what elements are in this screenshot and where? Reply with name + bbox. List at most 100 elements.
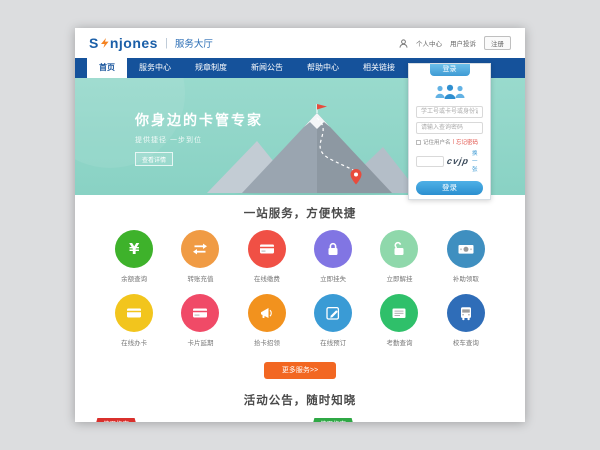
service-label: 余额查询 (101, 273, 167, 283)
nav-item-rules[interactable]: 规章制度 (183, 58, 239, 78)
service-item-school-bus: 校车查询 (433, 294, 499, 347)
guide-panel-left: 使用指南 最新公告 更多>> (90, 421, 293, 423)
banknote-icon (457, 240, 475, 258)
service-item-balance: ¥ 余额查询 (101, 230, 167, 283)
yen-icon: ¥ (129, 240, 139, 258)
service-item-pay: 在线缴费 (234, 230, 300, 283)
service-label: 考勤查询 (366, 337, 432, 347)
logo-divider: | (165, 37, 168, 49)
user-icon (399, 39, 408, 48)
logo[interactable]: S njones | 服务大厅 (89, 35, 213, 51)
nav-item-home[interactable]: 首页 (87, 58, 127, 78)
service-label: 立即解挂 (366, 273, 432, 283)
service-item-unfreeze: 立即解挂 (366, 230, 432, 283)
personal-center-link[interactable]: 个人中心 (416, 38, 442, 48)
service-label: 在线预订 (300, 337, 366, 347)
announcement-panels: 使用指南 最新公告 更多>> 使用指南 更多>> (75, 421, 525, 423)
service-item-booking: 在线预订 (300, 294, 366, 347)
service-label: 补助领取 (433, 273, 499, 283)
logo-prefix: S (89, 35, 99, 51)
separator: | (453, 139, 454, 145)
edit-icon (324, 304, 342, 322)
password-input[interactable] (416, 122, 483, 134)
unlock-icon (390, 240, 408, 258)
service-label: 立即挂失 (300, 273, 366, 283)
captcha-refresh-link[interactable]: 换一张 (472, 149, 483, 173)
hero-cta-button[interactable]: 查看详情 (135, 152, 173, 166)
announcements-title: 活动公告，随时知晓 (75, 392, 525, 408)
card-renew-button[interactable] (181, 294, 219, 332)
service-item-attendance: 考勤查询 (366, 294, 432, 347)
right-more-link[interactable]: 更多>> (490, 422, 507, 423)
service-label: 校车查询 (433, 337, 499, 347)
captcha-image[interactable]: cvjp (446, 156, 470, 166)
service-label: 在线缴费 (234, 273, 300, 283)
service-item-card-renew: 卡片延期 (167, 294, 233, 347)
service-label: 转账充值 (167, 273, 233, 283)
login-tab[interactable]: 登录 (430, 64, 470, 76)
login-panel: 登录 记住用户名 | 忘记密码 cvjp 换一张 登录 (408, 63, 491, 200)
desktop-background: { "header": { "logo_prefix": "S", "logo_… (0, 0, 600, 450)
nav-item-service-center[interactable]: 服务中心 (127, 58, 183, 78)
mountain-illustration (187, 103, 422, 195)
usage-guide-ribbon-green[interactable]: 使用指南 (311, 418, 355, 423)
service-item-apply-card: 在线办卡 (101, 294, 167, 347)
service-item-lost-found: 拾卡招领 (234, 294, 300, 347)
login-submit-button[interactable]: 登录 (416, 181, 483, 195)
announcements-section: 活动公告，随时知晓 使用指南 最新公告 更多>> 使用指南 更多>> (75, 392, 525, 423)
service-label: 卡片延期 (167, 337, 233, 347)
service-label: 在线办卡 (101, 337, 167, 347)
service-item-subsidy: 补助领取 (433, 230, 499, 283)
lock-icon (324, 240, 342, 258)
subsidy-button[interactable] (447, 230, 485, 268)
online-payment-button[interactable] (248, 230, 286, 268)
bank-card-icon (258, 240, 276, 258)
services-grid: ¥ 余额查询 转账充值 在线缴费 立即挂失 (101, 230, 499, 347)
services-title: 一站服务，方便快捷 (75, 205, 525, 221)
apply-card-button[interactable] (115, 294, 153, 332)
usage-guide-ribbon[interactable]: 使用指南 (94, 418, 138, 423)
latest-announcements-tab[interactable]: 最新公告 (152, 421, 180, 423)
header-actions: 个人中心 用户投诉 注册 (399, 36, 511, 50)
remember-checkbox[interactable] (416, 140, 421, 145)
balance-query-button[interactable]: ¥ (115, 230, 153, 268)
register-button[interactable]: 注册 (484, 36, 511, 50)
unfreeze-button[interactable] (380, 230, 418, 268)
service-item-report-loss: 立即挂失 (300, 230, 366, 283)
online-booking-button[interactable] (314, 294, 352, 332)
nav-item-help[interactable]: 帮助中心 (295, 58, 351, 78)
bus-icon (457, 304, 475, 322)
user-feedback-link[interactable]: 用户投诉 (450, 38, 476, 48)
lost-found-button[interactable] (248, 294, 286, 332)
nav-item-links[interactable]: 相关链接 (351, 58, 407, 78)
remember-row: 记住用户名 | 忘记密码 (416, 138, 483, 146)
nav-item-news[interactable]: 新闻公告 (239, 58, 295, 78)
more-services-button[interactable]: 更多服务>> (264, 362, 336, 379)
header: S njones | 服务大厅 个人中心 用户投诉 注册 (75, 28, 525, 58)
report-loss-button[interactable] (314, 230, 352, 268)
users-group-icon (432, 83, 468, 100)
portal-page: S njones | 服务大厅 个人中心 用户投诉 注册 首页 服务中心 规章制… (75, 28, 525, 422)
transfer-recharge-button[interactable] (181, 230, 219, 268)
card-icon (191, 304, 209, 322)
guide-panel-right: 使用指南 更多>> (307, 421, 510, 423)
forgot-password-link[interactable]: 忘记密码 (456, 138, 478, 146)
captcha-input[interactable] (416, 156, 444, 167)
username-input[interactable] (416, 106, 483, 118)
service-item-transfer: 转账充值 (167, 230, 233, 283)
captcha-row: cvjp 换一张 (416, 149, 483, 173)
card-icon (125, 304, 143, 322)
service-label: 拾卡招领 (234, 337, 300, 347)
portal-name: 服务大厅 (175, 36, 213, 50)
logo-bolt-icon (100, 37, 109, 49)
services-section: 一站服务，方便快捷 ¥ 余额查询 转账充值 在线缴费 (75, 195, 525, 379)
left-more-link[interactable]: 更多>> (273, 422, 290, 423)
school-bus-query-button[interactable] (447, 294, 485, 332)
transfer-icon (191, 240, 209, 258)
megaphone-icon (258, 304, 276, 322)
attendance-query-button[interactable] (380, 294, 418, 332)
more-services-wrap: 更多服务>> (75, 359, 525, 379)
logo-suffix: njones (110, 35, 158, 51)
attendance-icon (390, 304, 408, 322)
remember-label: 记住用户名 (423, 138, 451, 146)
